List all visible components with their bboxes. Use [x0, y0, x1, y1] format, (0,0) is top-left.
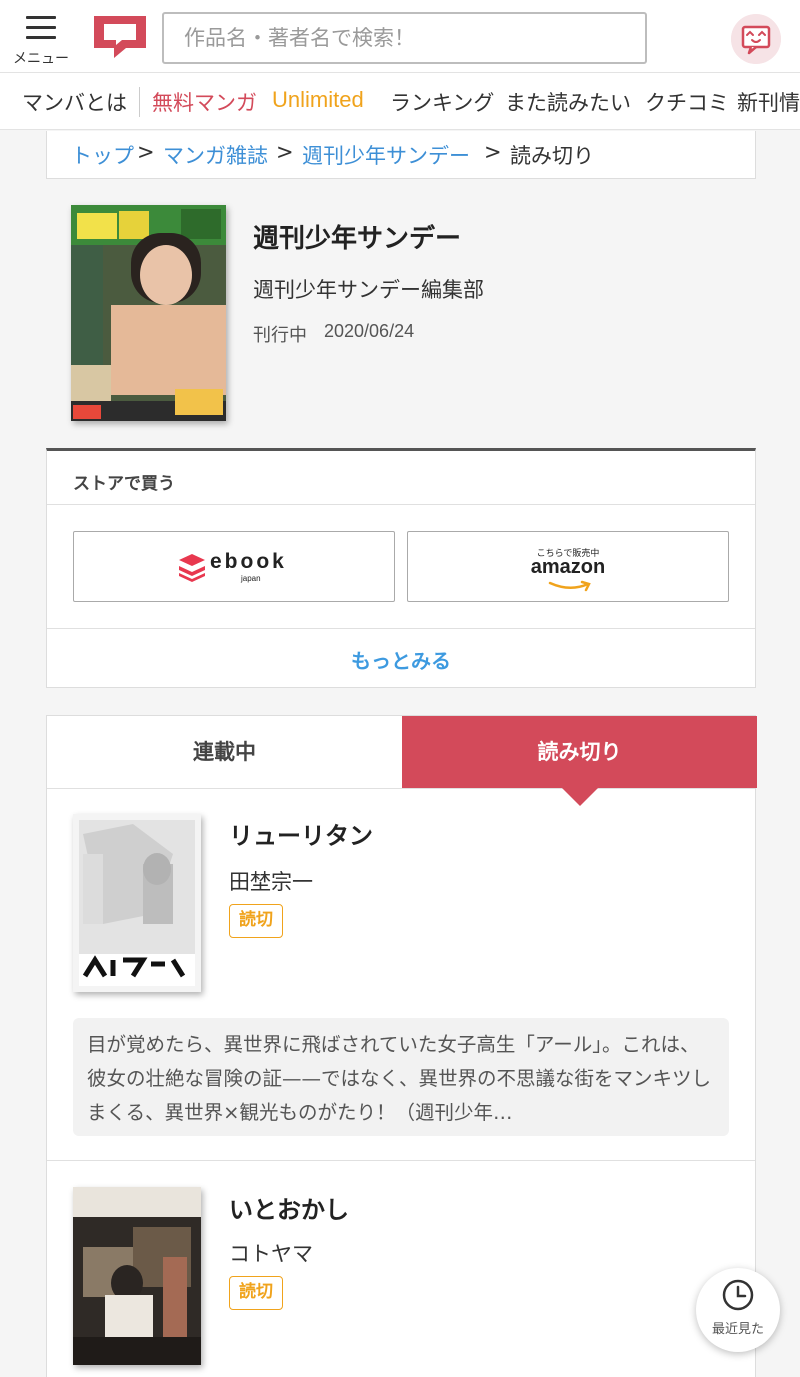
global-nav: マンバとは 無料マンガ Unlimited ランキング また読みたい クチコミ …	[0, 72, 800, 130]
work-cover-image[interactable]	[73, 1187, 201, 1365]
work-author[interactable]: コトヤマ	[229, 1238, 313, 1268]
ebookjapan-sublabel: japan	[241, 574, 261, 583]
work-author[interactable]: 田埜宗一	[229, 866, 313, 896]
tab-underline	[47, 788, 755, 789]
work-description: 目が覚めたら、異世界に飛ばされていた女子高生「アール」。これは、彼女の壮絶な冒険…	[73, 1018, 729, 1136]
nav-divider	[139, 87, 140, 117]
site-logo[interactable]	[92, 14, 148, 60]
clock-icon	[722, 1279, 754, 1311]
magazine-cover-image[interactable]	[71, 205, 226, 421]
nav-item-about[interactable]: マンバとは	[22, 87, 127, 117]
nav-item-reviews[interactable]: クチコミ	[645, 87, 729, 117]
menu-button[interactable]: メニュー	[10, 8, 72, 68]
ebookjapan-button[interactable]: ebook japan	[73, 531, 395, 602]
nav-item-free-manga[interactable]: 無料マンガ	[152, 87, 257, 117]
breadcrumb-separator: >	[276, 140, 294, 164]
tab-ongoing[interactable]: 連載中	[47, 716, 402, 788]
magazine-publisher[interactable]: 週刊少年サンデー編集部	[253, 274, 484, 304]
breadcrumb: トップ > マンガ雑誌 > 週刊少年サンデー > 読み切り	[46, 131, 756, 179]
tab-oneshot[interactable]: 読み切り	[402, 716, 757, 788]
breadcrumb-separator: >	[484, 140, 502, 164]
breadcrumb-magazines[interactable]: マンガ雑誌	[163, 140, 268, 170]
work-title[interactable]: いとおかし	[229, 1190, 349, 1225]
magazine-status: 刊行中	[253, 325, 307, 346]
divider	[47, 628, 755, 629]
divider	[47, 504, 755, 505]
breadcrumb-magazine[interactable]: 週刊少年サンデー	[302, 140, 470, 170]
menu-label: メニュー	[13, 51, 69, 67]
breadcrumb-separator: >	[137, 140, 155, 164]
breadcrumb-top[interactable]: トップ	[71, 140, 134, 170]
nav-item-ranking[interactable]: ランキング	[390, 87, 494, 117]
magazine-title: 週刊少年サンデー	[253, 224, 462, 254]
search-input[interactable]	[162, 12, 647, 64]
active-tab-indicator	[562, 788, 598, 806]
nav-item-unlimited[interactable]: Unlimited	[272, 87, 364, 113]
recently-viewed-label: 最近見た	[711, 1322, 764, 1337]
amazon-label: amazon	[530, 556, 606, 578]
hamburger-icon	[26, 16, 56, 40]
ebookjapan-logo-icon	[179, 554, 205, 582]
store-title: ストアで買う	[73, 474, 175, 494]
breadcrumb-current: 読み切り	[510, 144, 594, 168]
work-cover-image[interactable]	[73, 814, 201, 992]
ebookjapan-label: ebook	[210, 550, 287, 573]
app-header: メニュー	[0, 0, 800, 72]
more-stores-link[interactable]: もっとみる	[47, 645, 755, 674]
amazon-button[interactable]: こちらで販売中 amazon	[407, 531, 729, 602]
oneshot-badge: 読切	[229, 1276, 283, 1310]
work-title[interactable]: リューリタン	[229, 816, 373, 851]
store-section: ストアで買う ebook japan こちらで販売中 amazon もっとみる	[46, 448, 756, 688]
nav-item-read-again[interactable]: また読みたい	[505, 87, 631, 117]
nav-item-new-releases[interactable]: 新刊情	[737, 87, 800, 117]
recently-viewed-button[interactable]: 最近見た	[696, 1268, 780, 1352]
user-avatar-icon[interactable]	[731, 14, 781, 64]
amazon-smile-icon	[548, 580, 591, 592]
magazine-date: 2020/06/24	[324, 321, 415, 341]
oneshot-badge: 読切	[229, 904, 283, 938]
divider	[47, 1160, 755, 1161]
